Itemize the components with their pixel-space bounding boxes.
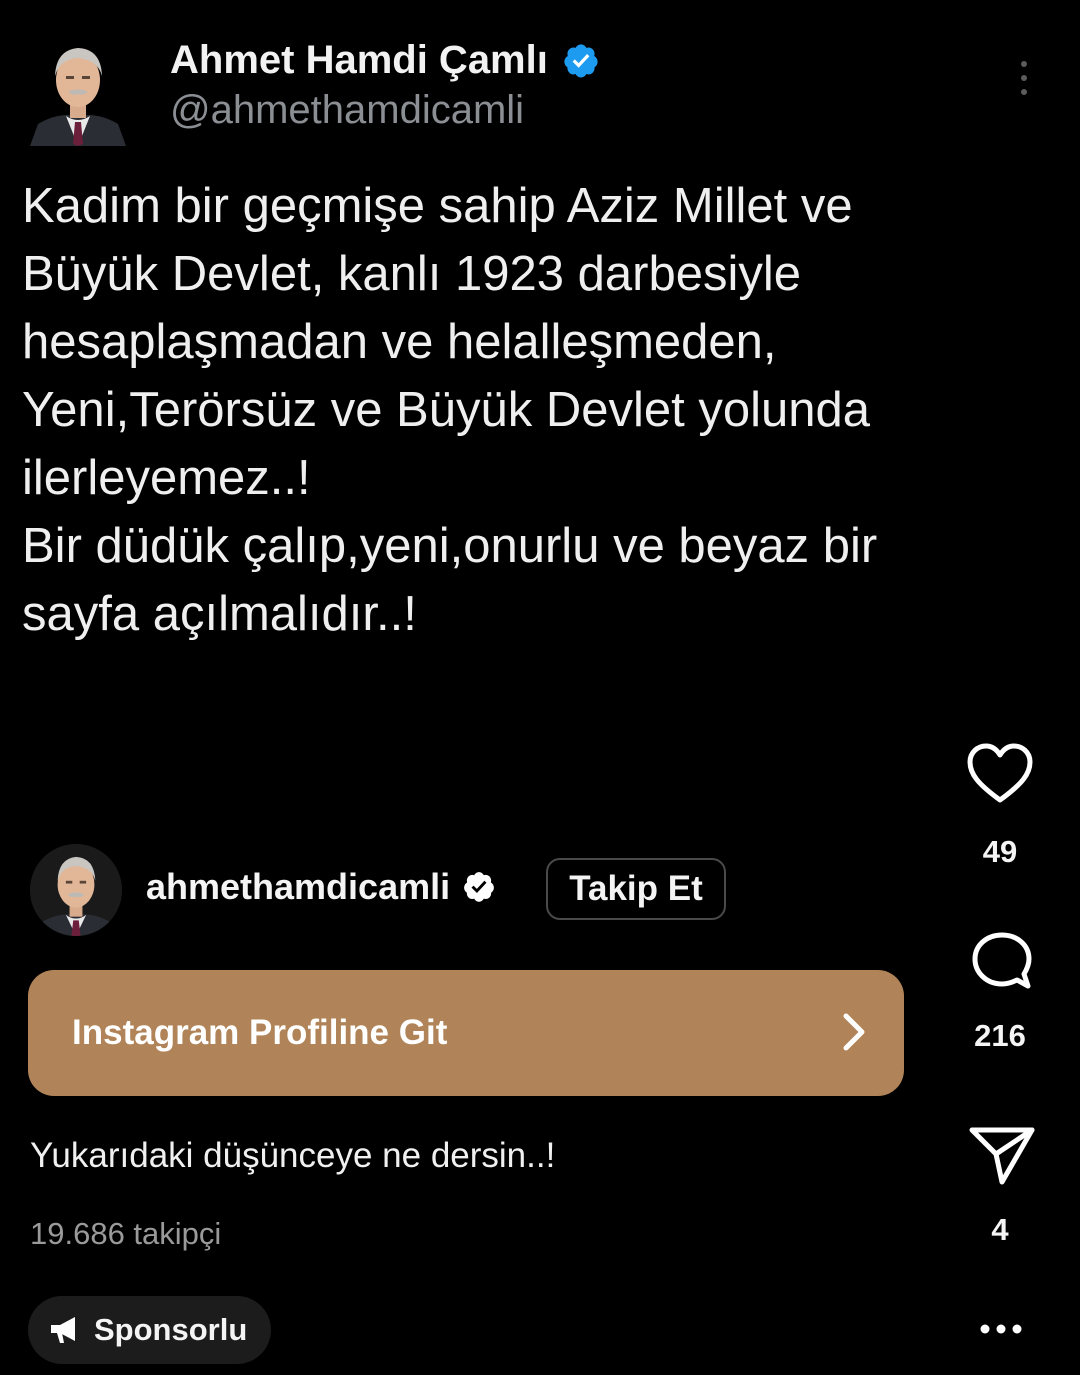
tweet-author-avatar[interactable] [28,36,128,146]
post-caption: Yukarıdaki düşünceye ne dersin..! [30,1136,556,1175]
sponsored-badge[interactable]: Sponsorlu [28,1296,272,1364]
author-name-text: Ahmet Hamdi Çamlı [170,38,548,82]
chevron-right-icon [843,1013,865,1051]
more-vertical-icon[interactable] [1012,58,1036,98]
portrait-image [28,36,128,146]
megaphone-icon [51,1317,75,1343]
share-count: 4 [991,1212,1009,1247]
more-horizontal-icon[interactable] [978,1322,1024,1336]
instagram-username-text: ahmethamdicamli [146,866,451,907]
tweet-text-line: ilerleyemez..! [22,451,311,505]
tweet-text: Kadim bir geçmişe sahip Aziz Millet ve B… [22,172,982,648]
sponsored-label: Sponsorlu [94,1312,248,1347]
follow-button[interactable]: Takip Et [546,858,726,920]
tweet-text-line: Yeni,Terörsüz ve Büyük Devlet yolunda [22,383,871,437]
comment-count: 216 [974,1018,1026,1053]
tweet-text-line: Bir düdük çalıp,yeni,onurlu ve beyaz bir [22,519,878,573]
tweet-text-line: sayfa açılmalıdır..! [22,587,417,641]
instagram-profile-button[interactable]: Instagram Profiline Git [28,970,904,1096]
tweet-text-line: Kadim bir geçmişe sahip Aziz Millet ve [22,179,853,233]
tweet-author-handle[interactable]: @ahmethamdicamli [170,88,524,133]
cta-label: Instagram Profiline Git [72,1013,448,1052]
verified-badge-icon [464,872,494,902]
verified-badge-icon [564,43,598,78]
heart-icon[interactable] [964,738,1036,810]
instagram-avatar[interactable] [30,844,122,936]
tweet-text-line: Büyük Devlet, kanlı 1923 darbesiyle [22,247,801,301]
instagram-username[interactable]: ahmethamdicamli [146,866,496,908]
paper-plane-icon[interactable] [966,1120,1038,1192]
tweet-text-line: hesaplaşmadan ve helalleşmeden, [22,315,777,369]
portrait-image [30,844,122,936]
comment-bubble-icon[interactable] [966,928,1038,1000]
tweet-author-name[interactable]: Ahmet Hamdi Çamlı [170,38,600,83]
like-count: 49 [982,834,1018,869]
follower-count: 19.686 takipçi [30,1216,222,1251]
